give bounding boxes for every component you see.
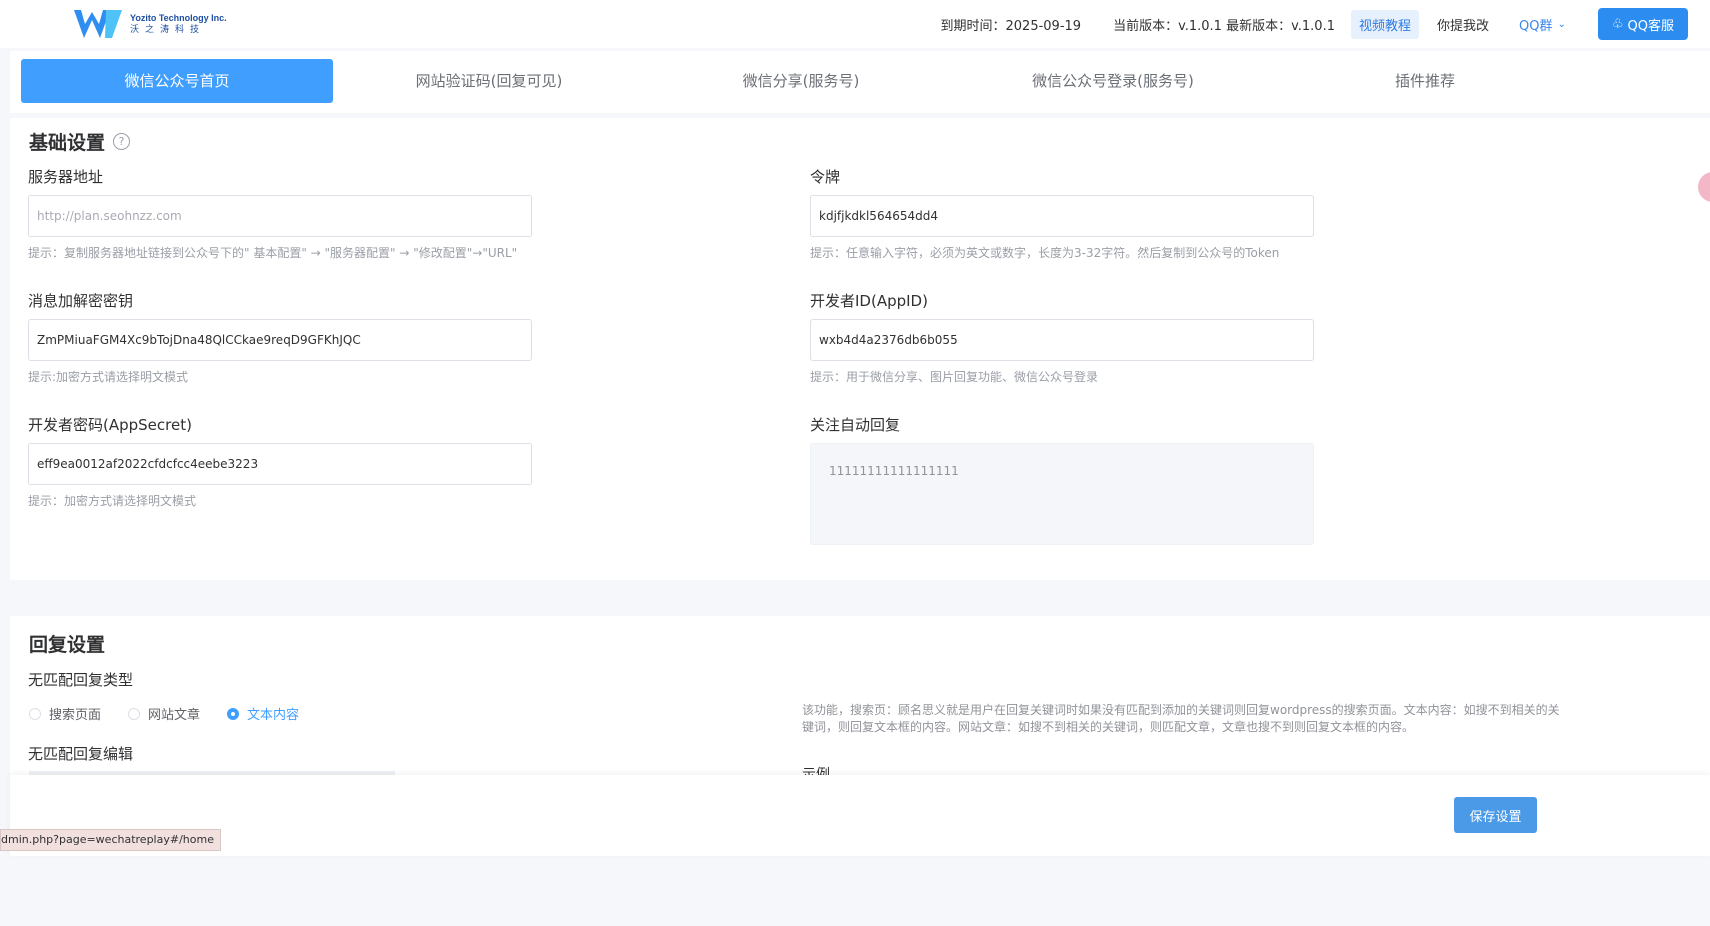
basic-settings-title: 基础设置 — [29, 132, 106, 154]
appsecret-input[interactable] — [28, 443, 532, 485]
qq-service-label: QQ客服 — [1627, 18, 1674, 34]
radio-text-content-label: 文本内容 — [247, 708, 300, 723]
no-match-type-radio-group: 搜索页面 网站文章 文本内容 — [29, 704, 326, 723]
appid-hint: 提示：用于微信分享、图片回复功能、微信公众号登录 — [810, 370, 1099, 384]
status-bar-url: dmin.php?page=wechatreplay#/home — [0, 829, 221, 851]
logo-chinese: 沃之涛科技 — [130, 24, 206, 35]
basic-settings-heading: 基础设置 ? — [29, 128, 131, 155]
no-match-editor-label: 无匹配回复编辑 — [28, 745, 134, 763]
appid-label: 开发者ID(AppID) — [810, 292, 928, 310]
radio-checked-icon — [227, 707, 240, 720]
tab-wechat-login[interactable]: 微信公众号登录(服务号) — [957, 59, 1269, 103]
appsecret-field: 开发者密码(AppSecret) 提示：加密方式请选择明文模式 — [28, 415, 532, 509]
aes-key-input[interactable] — [28, 319, 532, 361]
radio-site-article[interactable]: 网站文章 — [128, 704, 200, 723]
qq-group-dropdown[interactable]: QQ群 ⌄ — [1519, 15, 1566, 34]
radio-circle-icon — [29, 707, 41, 720]
version-text: 当前版本：v.1.0.1 最新版本：v.1.0.1 — [1113, 18, 1335, 34]
tab-wechat-share[interactable]: 微信分享(服务号) — [645, 59, 957, 103]
qq-service-button[interactable]: ♧ QQ客服 — [1597, 8, 1688, 40]
logo-english: Yozito Technology Inc. — [130, 12, 227, 23]
radio-search-page-label: 搜索页面 — [49, 708, 102, 723]
appid-field: 开发者ID(AppID) 提示：用于微信分享、图片回复功能、微信公众号登录 — [810, 291, 1314, 385]
help-icon[interactable]: ? — [113, 133, 131, 150]
save-settings-button[interactable]: 保存设置 — [1454, 797, 1537, 833]
appid-input[interactable] — [810, 319, 1314, 361]
server-address-input[interactable] — [28, 195, 532, 237]
bell-icon: ♧ — [1611, 16, 1624, 32]
tab-wechat-home[interactable]: 微信公众号首页 — [21, 59, 333, 103]
server-address-hint: 提示：复制服务器地址链接到公众号下的" 基本配置" → "服务器配置" → "修… — [28, 246, 518, 260]
logo-mark-icon — [74, 10, 122, 38]
appsecret-label: 开发者密码(AppSecret) — [28, 416, 192, 434]
appsecret-hint: 提示：加密方式请选择明文模式 — [28, 494, 197, 508]
tab-plugin-recommend[interactable]: 插件推荐 — [1269, 59, 1581, 103]
radio-circle-icon — [128, 707, 141, 720]
token-hint: 提示：任意输入字符，必须为英文或数字，长度为3-32字符。然后复制到公众号的To… — [810, 246, 1280, 260]
no-match-type-field: 无匹配回复类型 — [28, 670, 133, 690]
token-input[interactable] — [810, 195, 1314, 237]
server-address-field: 服务器地址 提示：复制服务器地址链接到公众号下的" 基本配置" → "服务器配置… — [28, 167, 532, 261]
aes-key-hint: 提示:加密方式请选择明文模式 — [28, 370, 189, 384]
follow-reply-field: 关注自动回复 11111111111111111 — [810, 415, 1314, 545]
footer-bar: 保存设置 — [10, 775, 1710, 856]
reply-settings-title: 回复设置 — [29, 634, 106, 656]
tab-bar: 微信公众号首页 网站验证码(回复可见) 微信分享(服务号) 微信公众号登录(服务… — [10, 51, 1710, 113]
chevron-down-icon: ⌄ — [1557, 18, 1566, 30]
follow-reply-label: 关注自动回复 — [810, 416, 901, 434]
aes-key-field: 消息加解密密钥 提示:加密方式请选择明文模式 — [28, 291, 532, 385]
tab-site-captcha[interactable]: 网站验证码(回复可见) — [333, 59, 645, 103]
radio-text-content[interactable]: 文本内容 — [227, 704, 299, 723]
radio-search-page[interactable]: 搜索页面 — [29, 704, 101, 723]
token-label: 令牌 — [810, 168, 841, 186]
reply-description: 该功能，搜索页：顾名思义就是用户在回复关键词时如果没有匹配到添加的关键词则回复w… — [802, 703, 1560, 734]
follow-reply-textarea[interactable]: 11111111111111111 — [810, 443, 1314, 545]
aes-key-label: 消息加解密密钥 — [28, 292, 134, 310]
suggest-link[interactable]: 你提我改 — [1437, 15, 1489, 34]
logo: Yozito Technology Inc. 沃之涛科技 — [72, 8, 227, 40]
no-match-type-label: 无匹配回复类型 — [28, 671, 134, 689]
expiry-text: 到期时间：2025-09-19 — [940, 18, 1082, 34]
server-address-label: 服务器地址 — [28, 168, 104, 186]
qq-group-label: QQ群 — [1519, 18, 1553, 34]
radio-site-article-label: 网站文章 — [148, 708, 201, 723]
no-match-editor-field: 无匹配回复编辑 — [28, 744, 133, 764]
token-field: 令牌 提示：任意输入字符，必须为英文或数字，长度为3-32字符。然后复制到公众号… — [810, 167, 1314, 261]
basic-settings-card: 基础设置 ? 服务器地址 提示：复制服务器地址链接到公众号下的" 基本配置" →… — [10, 118, 1710, 580]
video-tutorial-button[interactable]: 视频教程 — [1350, 9, 1419, 39]
top-bar: Yozito Technology Inc. 沃之涛科技 到期时间：2025-0… — [0, 0, 1710, 48]
